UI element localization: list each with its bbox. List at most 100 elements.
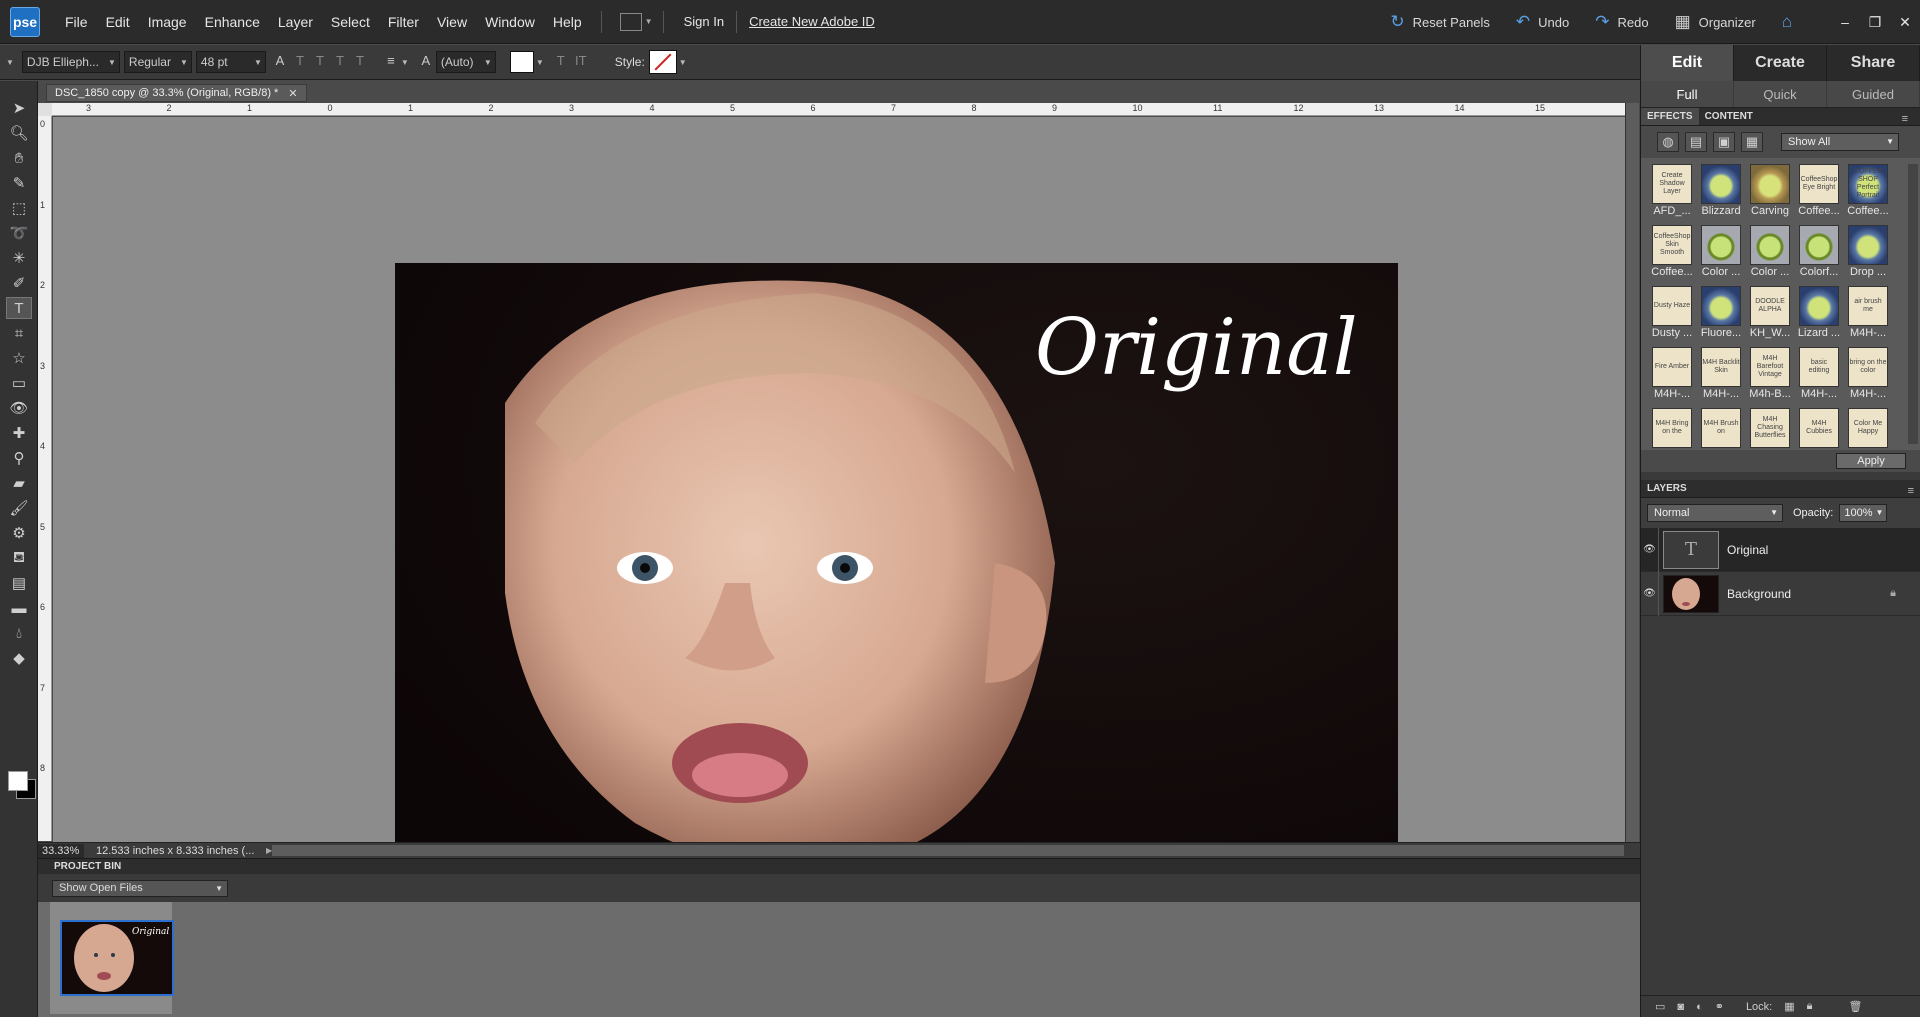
new-layer-icon[interactable]: ▭ [1655, 1000, 1665, 1013]
menu-select[interactable]: Select [322, 14, 379, 30]
effect-item[interactable]: M4H Cubbies [1796, 408, 1842, 449]
effect-item[interactable]: M4H Backlit Skin M4H-... [1698, 347, 1744, 400]
healing-brush-tool-icon[interactable]: ✚ [6, 422, 32, 444]
font-family-select[interactable]: DJB Ellieph... ▼ [21, 51, 120, 73]
apply-button[interactable]: Apply [1836, 453, 1906, 469]
clone-stamp-tool-icon[interactable]: ⚲ [6, 447, 32, 469]
font-size-select[interactable]: 48 pt ▼ [195, 51, 266, 73]
effect-item[interactable]: Fluore... [1698, 286, 1744, 339]
zoom-tool-icon[interactable]: 🔍︎ [6, 122, 32, 144]
menu-image[interactable]: Image [139, 14, 196, 30]
straighten-tool-icon[interactable]: ▭ [6, 372, 32, 394]
reset-panels-button[interactable]: ↻ Reset Panels [1390, 12, 1490, 32]
underline-icon[interactable]: T [331, 53, 349, 71]
menu-help[interactable]: Help [544, 14, 591, 30]
tab-quick[interactable]: Quick [1734, 81, 1827, 107]
effect-item[interactable]: Create Shadow Layer AFD_... [1649, 164, 1695, 217]
home-button[interactable]: ⌂ [1782, 12, 1800, 32]
tab-effects[interactable]: EFFECTS [1641, 108, 1699, 125]
all-effects-icon[interactable]: ▦ [1741, 132, 1763, 152]
project-bin-item[interactable]: Original [50, 902, 174, 1014]
effect-item[interactable]: Color Me Happy [1845, 408, 1891, 449]
tab-share[interactable]: Share [1827, 45, 1920, 81]
menu-enhance[interactable]: Enhance [196, 14, 269, 30]
filters-icon[interactable]: ◍ [1657, 132, 1679, 152]
eye-icon[interactable]: 👁︎ [1641, 571, 1659, 616]
shape-tool-icon[interactable]: ▬ [6, 597, 32, 619]
layer-name[interactable]: Original [1727, 543, 1768, 557]
tab-guided[interactable]: Guided [1827, 81, 1920, 107]
redo-button[interactable]: ↷ Redo [1595, 12, 1648, 32]
tab-create[interactable]: Create [1734, 45, 1827, 81]
effect-item[interactable]: CoffeeShop Eye Bright Coffee... [1796, 164, 1842, 217]
move-tool-icon[interactable]: ➤ [6, 97, 32, 119]
menu-view[interactable]: View [428, 14, 476, 30]
effect-item[interactable]: Carving [1747, 164, 1793, 217]
layer-name[interactable]: Background [1727, 587, 1791, 601]
cookie-cutter-tool-icon[interactable]: ☆ [6, 347, 32, 369]
create-adobe-id-link[interactable]: Create New Adobe ID [739, 14, 885, 29]
lock-all-icon[interactable]: 🔒︎ [1807, 1000, 1813, 1013]
anti-alias-icon[interactable]: A [271, 53, 289, 71]
eye-icon[interactable]: 👁︎ [1641, 527, 1659, 572]
horizontal-scrollbar[interactable] [272, 845, 1624, 856]
effect-item[interactable]: M4H Bring on the [1649, 408, 1695, 449]
document-image[interactable]: Original [395, 263, 1398, 930]
effect-item[interactable]: COFFEE SHOP Perfect Portrait Coffee... [1845, 164, 1891, 217]
effects-scrollbar[interactable] [1908, 164, 1918, 444]
add-mask-icon[interactable]: ◙ [1677, 1001, 1684, 1013]
type-tool-icon[interactable]: T [6, 297, 32, 319]
align-icon[interactable]: ≡ [382, 53, 400, 71]
restore-icon[interactable]: ❐ [1860, 14, 1890, 31]
lasso-tool-icon[interactable]: ➰ [6, 222, 32, 244]
effect-item[interactable]: Fire Amber M4H-... [1649, 347, 1695, 400]
menu-window[interactable]: Window [476, 14, 544, 30]
close-icon[interactable]: ✕ [1890, 14, 1920, 31]
minimize-icon[interactable]: – [1830, 14, 1860, 30]
quick-selection-tool-icon[interactable]: ✐ [6, 272, 32, 294]
menu-file[interactable]: File [56, 14, 97, 30]
gradient-tool-icon[interactable]: ▤ [6, 572, 32, 594]
leading-select[interactable]: (Auto) ▼ [435, 51, 496, 73]
eyedropper-tool-icon[interactable]: ✎ [6, 172, 32, 194]
effect-item[interactable]: basic editing M4H-... [1796, 347, 1842, 400]
blend-mode-select[interactable]: Normal ▼ [1647, 504, 1783, 522]
tool-preset-icon[interactable]: ▼ [6, 58, 14, 67]
red-eye-tool-icon[interactable]: 👁︎ [6, 397, 32, 419]
layer-row-original[interactable]: 👁︎ T Original [1641, 527, 1920, 572]
effect-item[interactable]: M4H Brush on [1698, 408, 1744, 449]
effect-item[interactable]: bring on the color M4H-... [1845, 347, 1891, 400]
document-thumbnail[interactable]: Original [60, 920, 174, 996]
foreground-color-swatch[interactable] [8, 771, 28, 791]
undo-button[interactable]: ↶ Undo [1516, 12, 1569, 32]
crop-tool-icon[interactable]: ⌗ [6, 322, 32, 344]
adjustment-layer-icon[interactable]: ◐ [1696, 1001, 1703, 1013]
lock-transparency-icon[interactable]: ▦ [1784, 1000, 1794, 1013]
text-orientation-icon[interactable]: IT [572, 53, 590, 71]
faux-bold-icon[interactable]: T [291, 53, 309, 71]
smart-brush-tool-icon[interactable]: ⚙ [6, 522, 32, 544]
sign-in-link[interactable]: Sign In [674, 14, 734, 29]
menu-edit[interactable]: Edit [97, 14, 139, 30]
menu-filter[interactable]: Filter [379, 14, 428, 30]
warp-text-icon[interactable]: T [552, 53, 570, 71]
effect-item[interactable]: CoffeeShop Skin Smooth Coffee... [1649, 225, 1695, 278]
blur-tool-icon[interactable]: 💧︎ [6, 622, 32, 644]
canvas-area[interactable]: Original [53, 117, 1625, 930]
effect-item[interactable]: Color ... [1698, 225, 1744, 278]
close-icon[interactable]: ✕ [288, 87, 297, 100]
trash-icon[interactable]: 🗑︎ [1849, 1000, 1863, 1013]
organizer-button[interactable]: ▦ Organizer [1675, 12, 1756, 32]
brush-tool-icon[interactable]: 🖌︎ [6, 497, 32, 519]
sponge-tool-icon[interactable]: ◆ [6, 647, 32, 669]
effect-item[interactable]: DOODLE ALPHA KH_W... [1747, 286, 1793, 339]
photo-effects-icon[interactable]: ▣ [1713, 132, 1735, 152]
text-color-swatch[interactable] [509, 51, 534, 73]
effect-item[interactable]: Color ... [1747, 225, 1793, 278]
font-style-select[interactable]: Regular ▼ [123, 51, 192, 73]
layer-styles-icon[interactable]: ▤ [1685, 132, 1707, 152]
effects-filter-select[interactable]: Show All ▼ [1781, 133, 1899, 151]
effect-item[interactable]: Dusty Haze Dusty ... [1649, 286, 1695, 339]
link-icon[interactable]: ⚭ [1715, 1000, 1724, 1013]
effect-item[interactable]: M4H Chasing Butterflies [1747, 408, 1793, 449]
